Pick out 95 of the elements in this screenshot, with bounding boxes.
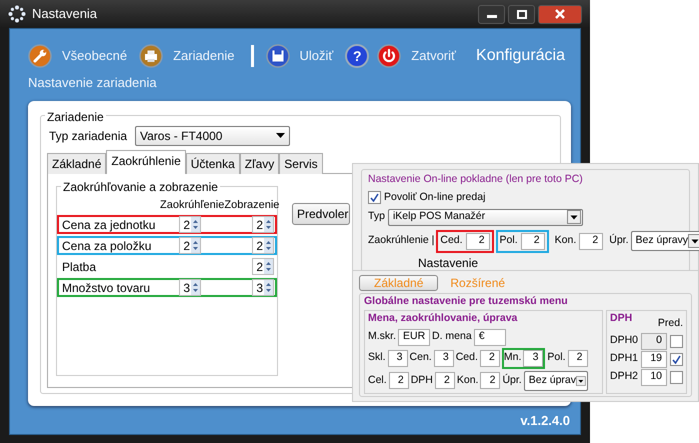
number-field[interactable]: 2 [388, 372, 409, 389]
pos-type-dropdown[interactable]: iKelp POS Manažér [388, 208, 583, 226]
number-spinner[interactable]: 3 [252, 279, 274, 296]
row-label: Platba [61, 258, 98, 276]
checkbox-label: Povoliť On-line predaj [384, 190, 486, 205]
group-title: DPH [610, 310, 632, 326]
save-icon [266, 44, 290, 68]
number-spinner[interactable]: 2 [179, 216, 201, 233]
maximize-button[interactable] [508, 4, 535, 24]
spin-arrows-icon [264, 217, 273, 232]
number-spinner[interactable]: 3 [179, 279, 201, 296]
field-label: D. mena [432, 329, 472, 344]
text-field[interactable]: € [474, 328, 506, 346]
tab[interactable]: Zaokrúhlenie [106, 150, 186, 174]
number-field[interactable]: 2 [434, 372, 455, 389]
field-label: Kon. [456, 372, 478, 388]
number-field[interactable]: 2 [480, 350, 500, 366]
header-title: Konfigurácia [476, 46, 565, 66]
number-field[interactable]: 2 [480, 372, 500, 389]
group-title: Mena, zaokrúhlovanie, úprava [368, 310, 518, 326]
row-label: Množstvo tovaru [61, 280, 152, 296]
check-icon [672, 354, 681, 364]
field-label: Pol. [547, 350, 566, 366]
field-label: Ced. [456, 350, 478, 366]
field-label: M.skr. [368, 329, 396, 344]
column-header: Zobrazenie [224, 198, 280, 212]
row-label: Cena za jednotku [61, 216, 156, 234]
help-button[interactable]: ? [345, 44, 370, 68]
app-icon [8, 5, 26, 23]
spin-arrows-icon [264, 280, 273, 295]
preset-button[interactable]: Predvoler [292, 202, 350, 224]
checkbox[interactable] [670, 352, 683, 366]
spin-arrows-icon [264, 238, 273, 253]
window-title: Nastavenia [32, 5, 98, 24]
number-field[interactable]: 3 [388, 350, 408, 366]
spin-arrows-icon [264, 259, 273, 274]
column-header: Pred. [658, 316, 683, 331]
number-spinner[interactable]: 2 [179, 237, 201, 254]
field-label: DPH1 [610, 351, 638, 366]
checkbox[interactable] [670, 370, 683, 384]
section-label: Nastavenie [417, 254, 480, 272]
spin-arrows-icon [191, 280, 200, 295]
checkbox[interactable] [368, 191, 381, 204]
check-icon [370, 193, 379, 202]
adjust-dropdown[interactable]: Bez úpravy [630, 231, 699, 251]
column-header: Zaokrúhľenie [160, 198, 224, 212]
tab[interactable]: Zľavy [240, 152, 280, 174]
dropdown-arrow-icon [688, 234, 699, 248]
printer-icon [139, 44, 164, 68]
field-label: Úpr. [609, 233, 629, 248]
field-label: DPH0 [610, 333, 638, 348]
device-type-dropdown[interactable]: Varos - FT4000 [135, 126, 290, 146]
wrench-icon [28, 44, 52, 68]
spin-arrows-icon [191, 238, 200, 253]
number-field[interactable]: 2 [466, 232, 490, 250]
group-title: Globálne nastavenie pre tuzemskú menu [364, 294, 569, 309]
field-label: Kon. [554, 233, 576, 248]
spin-arrows-icon [191, 217, 200, 232]
field-label: Typ [368, 209, 385, 224]
tab[interactable]: Základné [47, 152, 106, 174]
number-field[interactable]: 3 [523, 350, 544, 366]
close-icon [555, 9, 565, 19]
number-field[interactable]: 2 [568, 350, 588, 366]
field-label: Ced. [440, 233, 463, 248]
number-field[interactable]: 3 [434, 350, 454, 366]
subtitle: Nastavenie zariadenia [28, 74, 158, 92]
field-label: Úpr. [502, 372, 522, 388]
dropdown-arrow-icon [276, 133, 285, 138]
field-label: Pol. [500, 233, 518, 248]
field-label: DPH2 [610, 369, 638, 384]
number-field[interactable]: 19 [641, 350, 667, 368]
field-label: Typ zariadenia [48, 128, 128, 144]
adjust-dropdown[interactable]: Bez úprav [524, 370, 588, 390]
minimize-button[interactable] [478, 4, 505, 24]
field-label: Cen. [410, 350, 432, 366]
number-field[interactable]: 2 [520, 232, 545, 250]
row-label: Cena za položku [61, 238, 152, 254]
field-label: Mn. [504, 350, 522, 366]
number-field[interactable]: 10 [641, 368, 667, 386]
number-spinner[interactable]: 2 [252, 216, 274, 233]
field-label: Cel. [368, 372, 387, 388]
field-label: Zaokrúhlenie | [368, 233, 434, 248]
text-field[interactable]: EUR [398, 328, 430, 346]
close-button[interactable] [538, 4, 582, 24]
power-icon [377, 44, 402, 68]
field-label: DPH [410, 372, 433, 388]
field-label: Skl. [368, 350, 386, 366]
number-spinner[interactable]: 2 [252, 237, 274, 254]
version-label: v.1.2.4.0 [520, 412, 570, 430]
group-title: Nastavenie On-line pokladne (len pre toto PC) [368, 172, 584, 187]
number-field[interactable]: 2 [579, 232, 604, 250]
number-spinner[interactable]: 2 [252, 258, 274, 275]
tab[interactable]: Účtenka [186, 152, 240, 174]
tab[interactable]: Servis [279, 152, 323, 174]
maximize-icon [516, 10, 526, 18]
